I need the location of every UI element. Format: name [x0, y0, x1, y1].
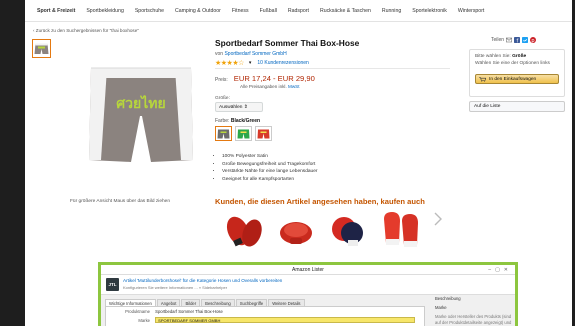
feature-bullet: Verstärkte Nähte für eine lange Lebensda… — [222, 168, 317, 176]
share-row: Teilen f p — [491, 37, 537, 43]
lister-form: Produktname Sportbedarf Sommer Thai Box-… — [105, 306, 425, 326]
byline: von Sportbedarf Sommer GmbH — [215, 51, 287, 57]
window-controls-icon[interactable]: –▢✕ — [488, 265, 512, 275]
shorts-logo-text: ศวยไทย — [116, 94, 165, 112]
nav-item-wintersport[interactable]: Wintersport — [458, 8, 485, 14]
color-value: Black/Green — [230, 118, 261, 124]
svg-text:p: p — [531, 38, 534, 43]
buy-choose-label: Bitte wählen Sie: — [475, 54, 511, 59]
product-title: Sportbedarf Sommer Thai Box-Hose — [215, 38, 360, 48]
reviews-link[interactable]: 10 Kundenrezensionen — [257, 60, 308, 66]
price-value: EUR 17,24 - EUR 29,90 — [233, 74, 315, 83]
size-label: Größe: — [215, 96, 230, 101]
price-label: Preis: — [215, 77, 228, 83]
lister-help-panel: Beschreibung Marke Marke oder Hersteller… — [435, 296, 515, 326]
cart-icon — [479, 76, 486, 82]
tax-note: Alle Preisangaben inkl. MwSt — [240, 84, 300, 89]
buy-hint: Wählen Sie eine der Optionen links — [475, 61, 550, 66]
price-row: Preis: EUR 17,24 - EUR 29,90 — [215, 74, 315, 83]
buy-choose-line: Bitte wählen Sie: Größe — [475, 54, 559, 59]
swatch-black-green[interactable] — [215, 126, 232, 141]
rating-row: ★★★★☆ ▾ 10 Kundenrezensionen — [215, 59, 309, 67]
back-to-results-link[interactable]: ‹ Zurück zu den Suchergebnissen für "tha… — [33, 28, 139, 33]
nav-item-sportbekleidung[interactable]: Sportbekleidung — [86, 8, 124, 14]
product-item[interactable] — [272, 209, 320, 251]
jtl-logo: JTL — [106, 278, 119, 291]
amazon-lister-window: Amazon Lister –▢✕ JTL Artikel 'Muttilund… — [98, 262, 518, 326]
nav-item-sportschuhe[interactable]: Sportschuhe — [135, 8, 164, 14]
swatch-red[interactable] — [255, 126, 272, 141]
nav-item-sportelektronik[interactable]: Sportelektronik — [412, 8, 447, 14]
brand-link[interactable]: Sportbedarf Sommer GmbH — [224, 51, 286, 57]
tax-link[interactable]: MwSt — [288, 84, 299, 89]
nav-item-running[interactable]: Running — [382, 8, 401, 14]
nav-item-radsport[interactable]: Radsport — [288, 8, 309, 14]
feature-bullet: Geeignet für alle Kampfsportarten — [222, 176, 317, 184]
color-label-text: Farbe: — [215, 118, 230, 124]
add-to-cart-label: In den Einkaufswagen — [489, 76, 537, 82]
field-row-produktname: Produktname Sportbedarf Sommer Thai Box-… — [108, 309, 223, 314]
product-item[interactable] — [220, 209, 268, 251]
lister-article-line[interactable]: Artikel 'Muttilunderborshosel' für die K… — [123, 278, 282, 283]
nav-item-rucksaecke-taschen[interactable]: Rucksäcke & Taschen — [320, 8, 371, 14]
category-nav: Sport & Freizeit Sportbekleidung Sportsc… — [25, 0, 575, 22]
feature-bullet: 100% Polyester Satin — [222, 153, 317, 161]
image-thumbnail[interactable] — [32, 39, 51, 58]
star-rating-icon[interactable]: ★★★★☆ — [215, 59, 244, 67]
product-page: Sport & Freizeit Sportbekleidung Sportsc… — [25, 0, 575, 326]
chevron-down-icon[interactable]: ▾ — [249, 60, 252, 66]
byline-prefix: von — [215, 51, 224, 57]
also-bought-carousel — [220, 209, 470, 259]
field-value-produktname[interactable]: Sportbedarf Sommer Thai Box-Hose — [155, 309, 223, 314]
product-image[interactable]: ศวยไทย — [85, 56, 197, 173]
buy-box: Bitte wählen Sie: Größe Wählen Sie eine … — [469, 49, 565, 97]
lister-info-line: Konfigurieren Sie weitere Informationen … — [123, 285, 228, 290]
lister-window-title: Amazon Lister — [292, 267, 324, 273]
lister-header: JTL Artikel 'Muttilunderborshosel' für d… — [101, 275, 515, 295]
feature-bullet: Große Bewegungsfreiheit und Tragekomfort — [222, 161, 317, 169]
nav-item-camping-outdoor[interactable]: Camping & Outdoor — [175, 8, 221, 14]
field-row-marke: Marke SPORTBEDARF SOMMER GMBH — [108, 317, 416, 323]
nav-item-fussball[interactable]: Fußball — [260, 8, 277, 14]
color-swatches — [215, 126, 275, 141]
field-label: Produktname — [125, 309, 150, 314]
lister-title-bar: Amazon Lister –▢✕ — [101, 265, 515, 275]
add-to-cart-button[interactable]: In den Einkaufswagen — [475, 74, 559, 84]
carousel-next-icon[interactable] — [428, 209, 448, 229]
size-select[interactable]: Auswählen ⇕ — [215, 102, 263, 112]
also-bought-heading: Kunden, die diesen Artikel angesehen hab… — [215, 197, 425, 206]
help-text: Marke oder Hersteller des Produkts (sind… — [435, 314, 512, 325]
brand-input[interactable]: SPORTBEDARF SOMMER GMBH — [155, 317, 416, 323]
image-zoom-hint: Für größere Ansicht Maus über das Bild z… — [70, 199, 170, 204]
color-label: Farbe: Black/Green — [215, 118, 260, 124]
divider — [215, 68, 450, 69]
buy-choose-value: Größe — [512, 54, 527, 59]
add-to-list-button[interactable]: Auf die Liste — [469, 101, 565, 112]
twitter-icon[interactable] — [522, 37, 529, 43]
product-item[interactable] — [376, 209, 424, 251]
pinterest-icon[interactable]: p — [530, 37, 537, 43]
shorts-illustration: ศวยไทย — [89, 67, 193, 162]
help-field: Marke — [435, 305, 447, 310]
product-item[interactable] — [324, 209, 372, 251]
facebook-icon[interactable]: f — [514, 37, 521, 43]
mail-icon[interactable] — [506, 37, 513, 43]
nav-item-sport-freizeit[interactable]: Sport & Freizeit — [37, 8, 75, 14]
help-title: Beschreibung — [435, 296, 461, 301]
share-label: Teilen — [491, 37, 505, 43]
feature-bullets: 100% Polyester Satin Große Bewegungsfrei… — [222, 153, 317, 183]
field-label: Marke — [138, 318, 150, 323]
nav-item-fitness[interactable]: Fitness — [232, 8, 249, 14]
swatch-green[interactable] — [235, 126, 252, 141]
tax-text: Alle Preisangaben inkl. — [240, 84, 287, 89]
